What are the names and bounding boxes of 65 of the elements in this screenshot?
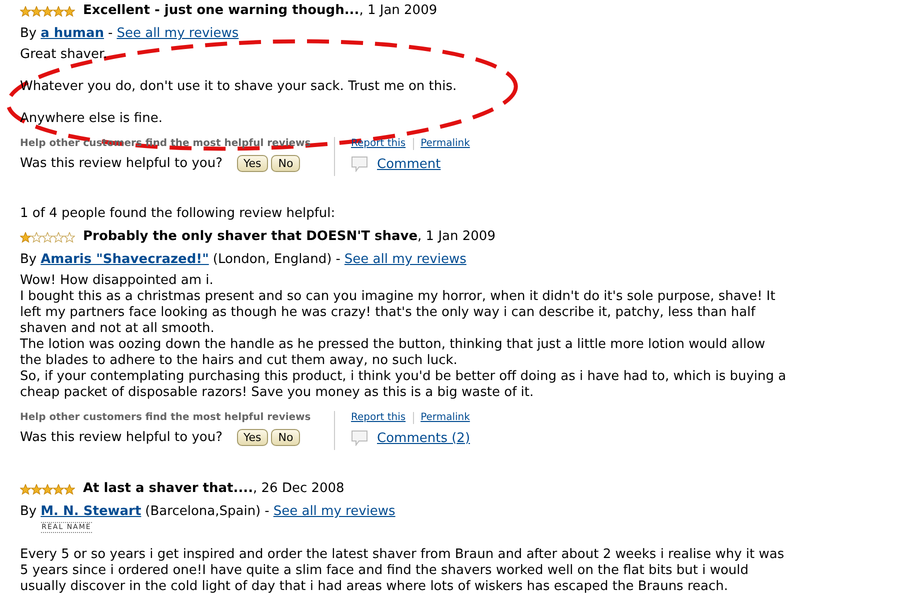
- helpful-question: Was this review helpful to you?: [20, 430, 223, 445]
- review-text-line: left my partners face looking as though he was crazy! that's the only way i can describe it, patchy, less than half: [20, 305, 757, 321]
- review-date: , 26 Dec 2008: [253, 481, 344, 496]
- star-icon: [53, 6, 64, 16]
- author-link[interactable]: Amaris "Shavecrazed!": [40, 251, 209, 269]
- star-icon: [53, 232, 64, 242]
- by-label: By: [20, 251, 37, 269]
- dash-separator: -: [108, 25, 113, 43]
- review-title: At last a shaver that....: [83, 481, 254, 496]
- review-text-line: cheap packet of disposable razors! Save you money as this is a big waste of it.: [20, 385, 535, 401]
- comment-bubble-icon: [351, 430, 369, 446]
- star-icon: [64, 232, 75, 242]
- review-text-line: the blades to adhere to the hairs and cut them away, no such luck.: [20, 353, 458, 369]
- by-label: By: [20, 25, 37, 43]
- helpful-count-note: 1 of 4 people found the following review helpful:: [20, 206, 336, 222]
- star-icon: [64, 6, 75, 16]
- author-location: (London, England): [212, 251, 332, 269]
- author-location: (Barcelona,Spain): [145, 503, 261, 521]
- review-text-line: Great shaver.: [20, 47, 108, 63]
- review-title: Excellent - just one warning though...: [83, 3, 360, 18]
- vote-button[interactable]: No: [271, 155, 300, 172]
- see-all-reviews-link[interactable]: See all my reviews: [273, 503, 396, 521]
- review-text-line: Every 5 or so years i get inspired and order the latest shaver from Braun and after about 2 weeks i realise why it was: [20, 547, 786, 563]
- author-link[interactable]: a human: [40, 25, 104, 43]
- see-all-reviews-link[interactable]: See all my reviews: [344, 251, 466, 269]
- review-text-line: usually discover in the cold light of day that i had areas where lots of wiskers has escaped the Brauns reach.: [20, 579, 730, 593]
- review-link[interactable]: Permalink: [420, 411, 470, 425]
- review-text-line: The lotion was oozing down the handle as he pressed the button, thinking that just a little more lotion would allow: [20, 337, 766, 353]
- star-icon: [20, 232, 31, 242]
- review-link[interactable]: Report this: [351, 137, 406, 151]
- comment-link[interactable]: Comments (2): [377, 430, 470, 446]
- review-text-line: I bought this as a christmas present and so can you imagine my horror, when it didn't do it's sole purpose, shave! It: [20, 289, 776, 305]
- star-icon: [20, 6, 31, 16]
- star-icon: [53, 484, 64, 494]
- see-all-reviews-link[interactable]: See all my reviews: [116, 25, 239, 43]
- review-text-line: Whatever you do, don't use it to shave your sack. Trust me on this.: [20, 79, 458, 95]
- review-title: Probably the only shaver that DOESN'T shave: [83, 229, 418, 244]
- star-icon: [31, 6, 42, 16]
- vote-button[interactable]: Yes: [236, 155, 268, 172]
- review-text-line: Anywhere else is fine.: [20, 111, 164, 127]
- dash-separator: -: [336, 251, 340, 269]
- review-link[interactable]: Report this: [351, 411, 406, 425]
- vote-button[interactable]: No: [271, 429, 300, 446]
- star-icon: [31, 484, 42, 494]
- comment-bubble-icon: [351, 156, 369, 172]
- review-text-line: 5 years since i ordered one!I have quite a slim face and find the shavers worked well on the flat bits but i would: [20, 563, 750, 579]
- review-link[interactable]: Permalink: [420, 137, 470, 151]
- helpful-question: Was this review helpful to you?: [20, 156, 223, 171]
- review-text-line: Wow! How disappointed am i.: [20, 273, 214, 289]
- help-prompt: Help other customers find the most helpful reviews: [20, 411, 312, 425]
- vote-button[interactable]: Yes: [236, 429, 268, 446]
- star-icon: [42, 6, 53, 16]
- by-label: By: [20, 503, 37, 521]
- review-text-line: So, if your contemplating purchasing this product, i think you'd be better off doing as i have had to, which is buying a: [20, 369, 788, 385]
- review-text-line: shaven and not at all smooth.: [20, 321, 216, 337]
- star-icon: [42, 232, 53, 242]
- comment-link[interactable]: Comment: [377, 156, 441, 172]
- review-date: , 1 Jan 2009: [359, 3, 438, 18]
- dash-separator: -: [264, 503, 270, 521]
- review-date: , 1 Jan 2009: [418, 229, 496, 244]
- author-link[interactable]: M. N. Stewart: [40, 503, 142, 521]
- star-icon: [31, 232, 42, 242]
- star-icon: [42, 484, 53, 494]
- star-icon: [64, 484, 75, 494]
- star-icon: [20, 484, 31, 494]
